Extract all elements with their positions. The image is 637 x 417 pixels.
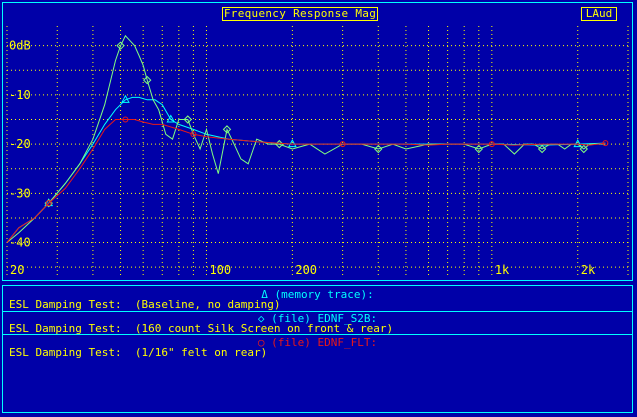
legend-desc-s2b: ESL Damping Test: (160 count Silk Screen… [9,322,394,335]
x-tick-label: 200 [295,263,317,277]
y-tick-label: -10 [9,88,31,102]
x-tick-label: 1k [495,263,510,277]
legend-divider [3,334,632,335]
y-tick-label: 0dB [9,39,31,53]
x-tick-label: 2k [581,263,596,277]
legend-entry-flt: ○ (file) EDNF_FLT: ESL Damping Test: (1/… [6,337,629,358]
legend-desc-flt: ESL Damping Test: (1/16" felt on rear) [9,346,268,359]
y-tick-label: -30 [9,186,31,200]
legend-entry-s2b: ◇ (file) EDNF_S2B: ESL Damping Test: (16… [6,313,629,334]
y-tick-label: -20 [9,137,31,151]
chart-title: Frequency Response Mag [222,7,378,21]
mode-label[interactable]: LAud [581,7,617,21]
x-tick-label: 100 [209,263,231,277]
legend-entry-memory: Δ (memory trace): ESL Damping Test: (Bas… [6,289,629,310]
triangle-marker [288,139,297,148]
frequency-response-chart: 0dB-10-20-30-4020 100 200 1k 2k [6,26,629,277]
trace-s2b-line [6,34,606,243]
x-tick-label: 20 [10,263,24,277]
analyzer-window: 0dB -10 -20 -30 -40 20 100 200 1k 2k Frequency Re… [0,0,637,417]
legend-desc-memory: ESL Damping Test: (Baseline, no damping) [9,298,281,311]
legend-panel: Δ (memory trace): ESL Damping Test: (Bas… [2,285,633,413]
